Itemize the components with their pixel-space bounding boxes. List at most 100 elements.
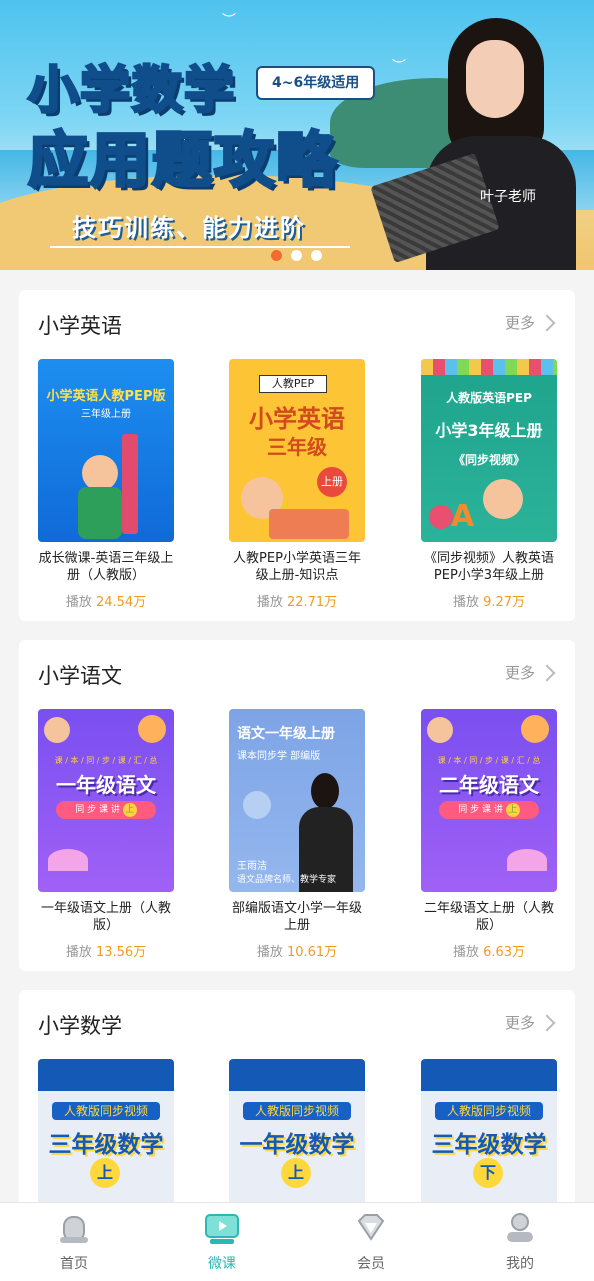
- play-count: 播放 13.56万: [38, 941, 174, 960]
- pencil-icon: [122, 434, 138, 534]
- section-english: 小学英语 更多 小学英语人教PEP版 三年级上册 成长微课-英语三年级上册（人教…: [19, 290, 575, 621]
- cartoon-boy-icon: [82, 455, 118, 491]
- cover-badge: 上: [122, 803, 137, 817]
- more-link[interactable]: 更多: [505, 1012, 556, 1033]
- play-number: 13.56万: [95, 945, 147, 960]
- section-title: 小学数学: [38, 1014, 122, 1038]
- course-title: 一年级语文上册（人教版）: [40, 901, 171, 933]
- tab-micro-lesson[interactable]: 微课: [148, 1203, 296, 1281]
- play-count: 播放 9.27万: [421, 591, 557, 610]
- more-link[interactable]: 更多: [504, 312, 556, 333]
- cover-badge: 上册: [317, 467, 347, 497]
- pager-dot-3[interactable]: [311, 250, 322, 261]
- promo-banner[interactable]: ︶ ︶ 小学数学 4~6年级适用 应用题攻略 技巧训练、能力进阶 叶子老师: [0, 0, 594, 270]
- more-label: 更多: [504, 314, 535, 332]
- play-label: 播放: [452, 945, 479, 960]
- course-cover[interactable]: 人教版英语PEP 小学3年级上册 《同步视频》 A: [421, 359, 557, 542]
- cartoon-kid-icon: [483, 479, 523, 519]
- course-card[interactable]: 小学英语人教PEP版 三年级上册 成长微课-英语三年级上册（人教版） 播放 24…: [38, 359, 174, 610]
- play-number: 9.27万: [483, 595, 526, 610]
- course-cover[interactable]: 课 / 本 / 同 / 步 / 课 / 汇 / 总 一年级语文 同 步 课 讲 …: [38, 709, 174, 892]
- course-title: 《同步视频》人教英语PEP小学3年级上册: [423, 551, 554, 583]
- cover-badge: 上: [281, 1158, 311, 1188]
- course-cover[interactable]: 语文一年级上册 课本同步学 部编版 王雨洁 语文品牌名师、教学专家: [229, 709, 365, 892]
- course-title: 人教PEP小学英语三年级上册-知识点: [233, 551, 361, 583]
- cover-title: 一年级数学: [239, 1132, 355, 1158]
- ribbon-label: 同 步 课 讲: [75, 805, 120, 815]
- course-cover[interactable]: 小学英语人教PEP版 三年级上册: [38, 359, 174, 542]
- course-card[interactable]: 语文一年级上册 课本同步学 部编版 王雨洁 语文品牌名师、教学专家 部编版语文小…: [229, 709, 365, 960]
- teacher-name: 王雨洁: [237, 861, 267, 872]
- play-number: 22.71万: [286, 595, 338, 610]
- play-count: 播放 10.61万: [229, 941, 365, 960]
- tab-membership[interactable]: 会员: [297, 1203, 445, 1281]
- cover-doodle-band: [38, 1059, 174, 1091]
- play-number: 10.61万: [286, 945, 338, 960]
- course-cover[interactable]: 课 / 本 / 同 / 步 / 课 / 汇 / 总 二年级语文 同 步 课 讲 …: [421, 709, 557, 892]
- cover-title: 人教版英语PEP: [446, 391, 532, 405]
- ribbon-label: 同 步 课 讲: [458, 805, 503, 815]
- cover-badge: 上: [90, 1158, 120, 1188]
- cover-badge: 上: [505, 803, 520, 817]
- play-count: 播放 6.63万: [421, 941, 557, 960]
- course-card[interactable]: 人教版英语PEP 小学3年级上册 《同步视频》 A 《同步视频》人教英语PEP小…: [421, 359, 557, 610]
- cover-title: 小学英语人教PEP版: [46, 389, 166, 404]
- bird-icon: ︶: [392, 59, 406, 75]
- cartoon-kid-icon: [427, 717, 453, 743]
- course-card[interactable]: 课 / 本 / 同 / 步 / 课 / 汇 / 总 一年级语文 同 步 课 讲 …: [38, 709, 174, 960]
- course-card[interactable]: 课 / 本 / 同 / 步 / 课 / 汇 / 总 二年级语文 同 步 课 讲 …: [421, 709, 557, 960]
- cover-title: 小学英语: [249, 405, 345, 433]
- open-book-icon: [48, 849, 88, 871]
- cover-tag: 人教版同步视频: [243, 1102, 351, 1120]
- banner-teacher-photo: 叶子老师: [370, 18, 580, 270]
- teacher-description: 语文品牌名师、教学专家: [237, 875, 337, 885]
- course-title: 成长微课-英语三年级上册（人教版）: [38, 551, 174, 583]
- open-book-icon: [269, 509, 349, 539]
- course-cover[interactable]: 人教PEP 小学英语 三年级 上册: [229, 359, 365, 542]
- cover-subtitle: 三年级: [267, 435, 327, 459]
- banner-grade-tag: 4~6年级适用: [256, 66, 376, 100]
- play-count: 播放 24.54万: [38, 591, 174, 610]
- pennant-decoration: [421, 359, 557, 375]
- cover-doodle-band: [421, 1059, 557, 1091]
- bird-icon: ︶: [222, 13, 236, 29]
- cover-subtitle: 小学3年级上册: [435, 421, 543, 440]
- play-count: 播放 22.71万: [229, 591, 365, 610]
- cover-subtitle: 三年级上册: [81, 409, 131, 420]
- play-label: 播放: [65, 945, 92, 960]
- chevron-right-icon: [538, 1014, 556, 1031]
- section-chinese: 小学语文 更多 课 / 本 / 同 / 步 / 课 / 汇 / 总 一年级语文 …: [19, 640, 575, 971]
- pager-dot-1[interactable]: [271, 250, 282, 261]
- pager-dot-2[interactable]: [291, 250, 302, 261]
- cover-title: 一年级语文: [56, 773, 156, 797]
- cover-caption: 课 / 本 / 同 / 步 / 课 / 汇 / 总: [437, 756, 541, 765]
- play-label: 播放: [256, 595, 283, 610]
- tab-home[interactable]: 首页: [0, 1203, 148, 1281]
- tab-label: 首页: [60, 1256, 88, 1272]
- teacher-face: [466, 40, 524, 118]
- banner-subtitle-underline: [50, 246, 350, 248]
- cover-doodle-band: [229, 1059, 365, 1091]
- cover-badge: 下: [473, 1158, 503, 1188]
- play-label: 播放: [452, 595, 479, 610]
- banner-subtitle: 技巧训练、能力进阶: [72, 214, 306, 242]
- course-title: 二年级语文上册（人教版）: [423, 901, 554, 933]
- tab-label: 会员: [357, 1256, 385, 1272]
- chevron-right-icon: [538, 314, 556, 331]
- tab-profile[interactable]: 我的: [446, 1203, 594, 1281]
- cover-ribbon: 同 步 课 讲 上: [56, 801, 156, 819]
- cover-title: 语文一年级上册: [237, 726, 335, 742]
- course-title: 部编版语文小学一年级上册: [231, 901, 362, 933]
- more-label: 更多: [504, 664, 535, 682]
- tab-label: 微课: [208, 1256, 236, 1272]
- teacher-photo: [311, 773, 339, 809]
- course-card[interactable]: 人教PEP 小学英语 三年级 上册 人教PEP小学英语三年级上册-知识点 播放 …: [229, 359, 365, 610]
- more-link[interactable]: 更多: [504, 662, 556, 683]
- cartoon-kid-icon: [138, 715, 166, 743]
- banner-pager[interactable]: [271, 250, 322, 261]
- profile-icon: [507, 1213, 533, 1242]
- letter-a-icon: A: [451, 499, 475, 534]
- play-number: 24.54万: [95, 595, 147, 610]
- cover-tag: 人教版同步视频: [435, 1102, 543, 1120]
- cover-caption: 课 / 本 / 同 / 步 / 课 / 汇 / 总: [54, 756, 158, 765]
